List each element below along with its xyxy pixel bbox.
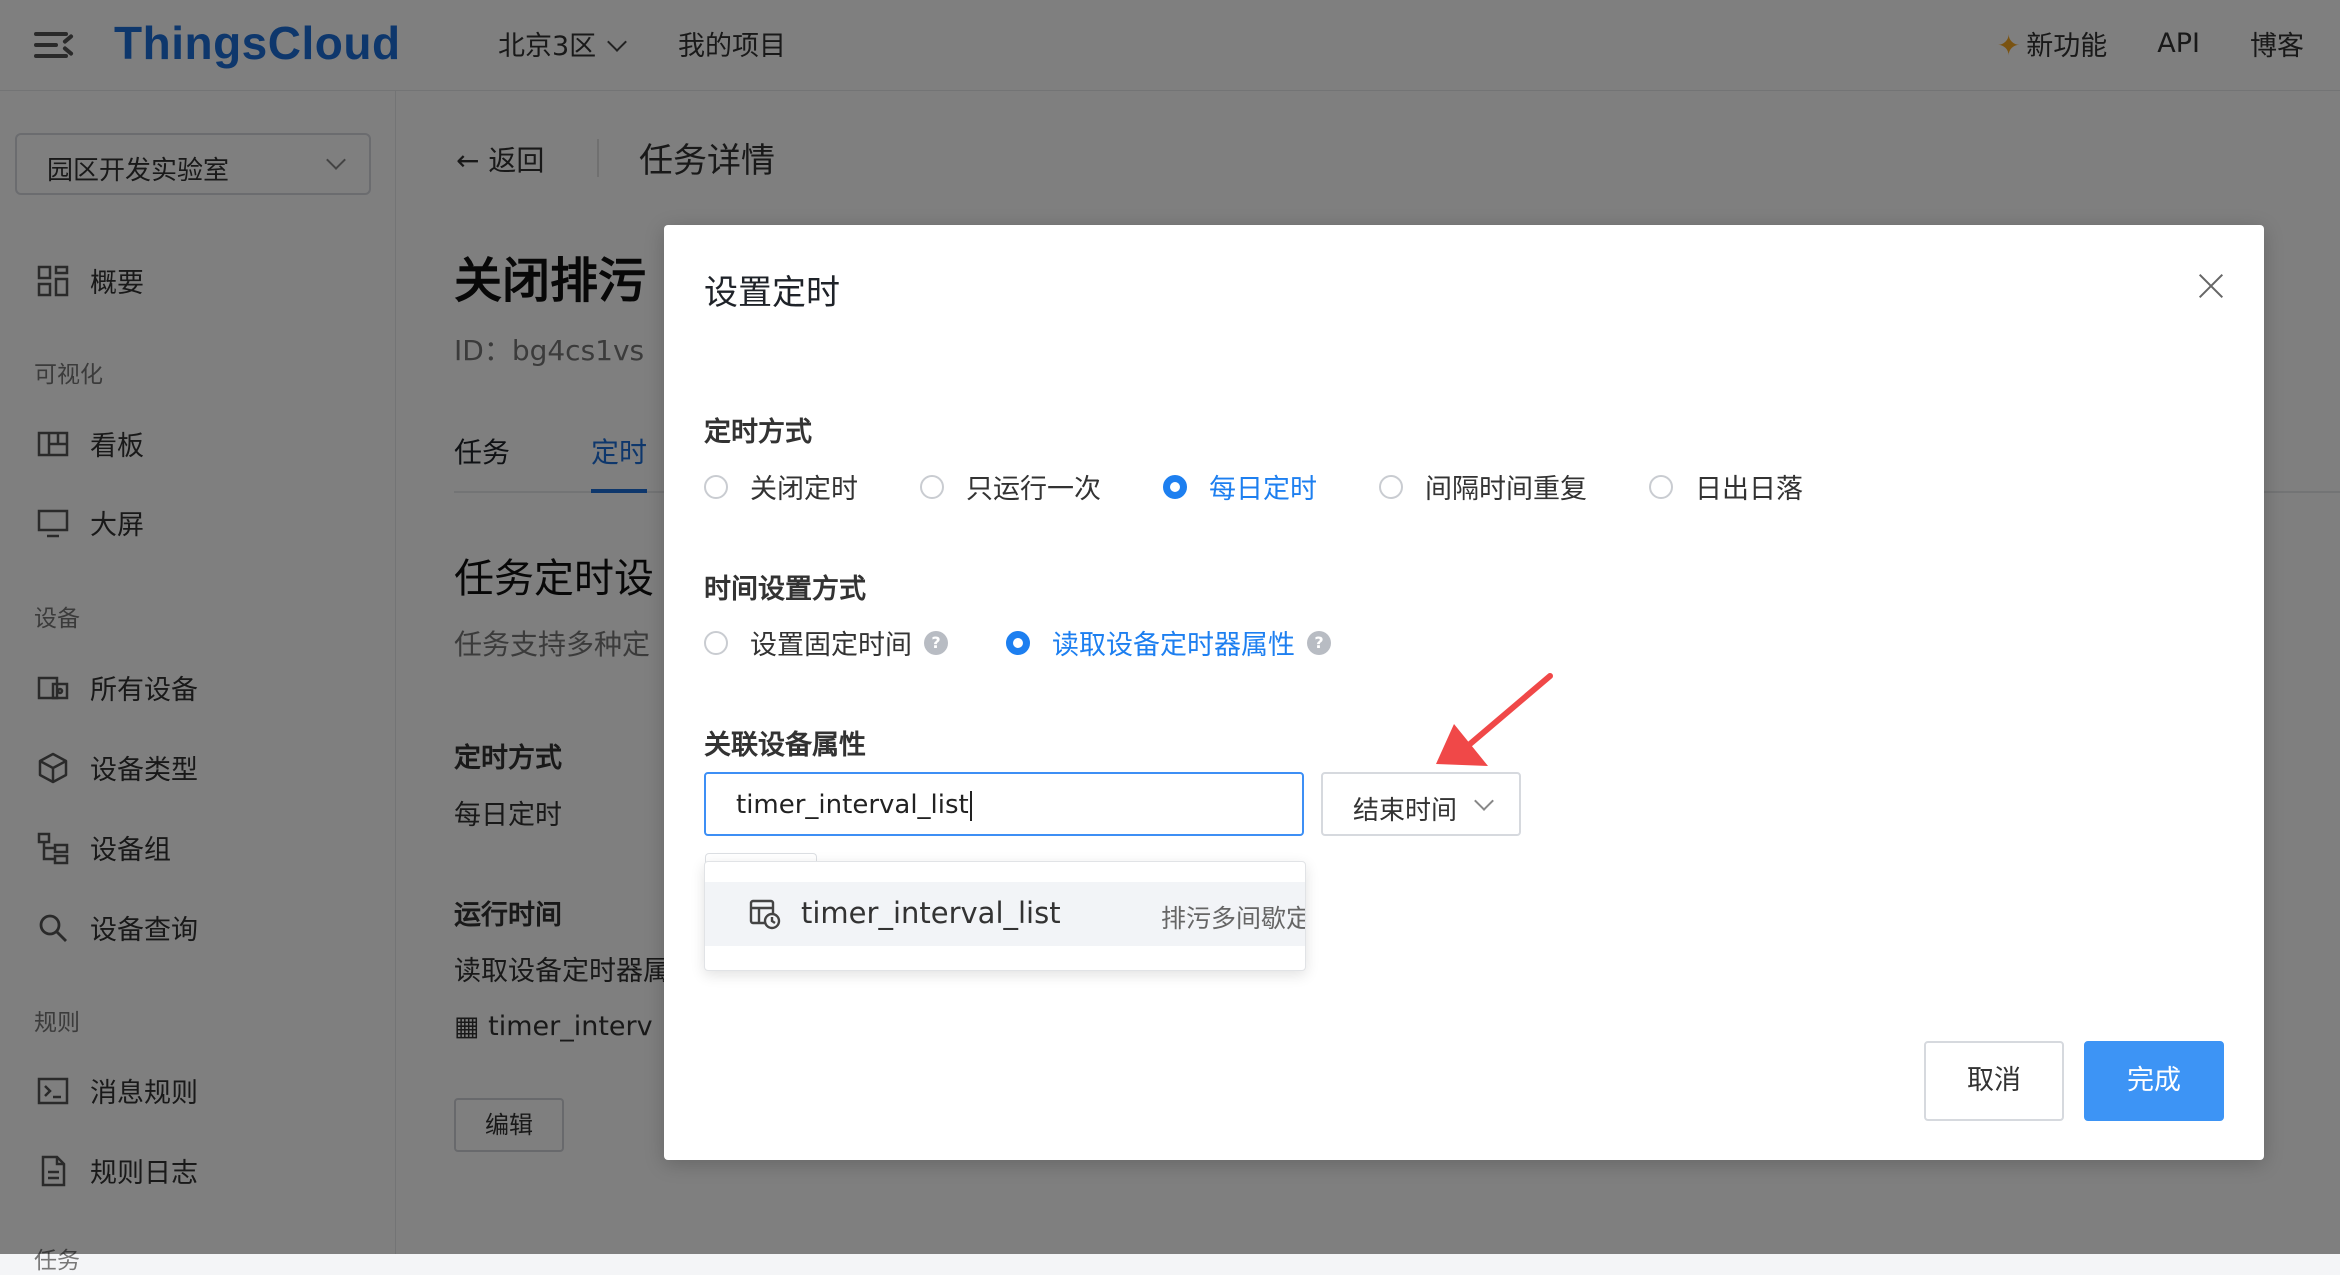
property-input-value: timer_interval_list	[736, 790, 972, 821]
radio-daily[interactable]: 每日定时	[1163, 467, 1317, 506]
time-setting-group: 设置固定时间? 读取设备定时器属性?	[704, 623, 1331, 662]
radio-label: 设置固定时间	[750, 630, 912, 661]
radio-read-device-timer[interactable]: 读取设备定时器属性?	[1006, 623, 1331, 662]
radio-timer-off[interactable]: 关闭定时	[704, 467, 858, 506]
property-input-text: timer_interval_list	[736, 790, 969, 820]
timer-mode-group: 关闭定时 只运行一次 每日定时 间隔时间重复 日出日落	[704, 467, 1803, 506]
radio-circle	[920, 474, 944, 499]
radio-label: 日出日落	[1695, 474, 1803, 505]
close-icon[interactable]	[2198, 273, 2224, 299]
radio-fixed-time[interactable]: 设置固定时间?	[704, 623, 948, 662]
dialog-title: 设置定时	[704, 273, 840, 313]
radio-label: 间隔时间重复	[1425, 474, 1587, 505]
property-search-input[interactable]: timer_interval_list	[704, 772, 1304, 836]
assoc-property-label: 关联设备属性	[704, 730, 866, 761]
time-setting-label: 时间设置方式	[704, 574, 866, 605]
time-field-select[interactable]: 结束时间	[1321, 772, 1521, 836]
radio-circle	[704, 630, 728, 655]
radio-circle	[704, 474, 728, 499]
confirm-button[interactable]: 完成	[2084, 1041, 2224, 1121]
radio-label: 每日定时	[1209, 474, 1317, 505]
cancel-button[interactable]: 取消	[1924, 1041, 2064, 1121]
radio-circle	[1379, 474, 1403, 499]
dropdown-option[interactable]: timer_interval_list 排污多间歇定	[705, 882, 1305, 946]
text-caret	[969, 790, 972, 821]
radio-interval[interactable]: 间隔时间重复	[1379, 467, 1587, 506]
radio-circle-checked	[1006, 630, 1030, 655]
radio-circle	[1649, 474, 1673, 499]
radio-sunrise-sunset[interactable]: 日出日落	[1649, 467, 1803, 506]
radio-label: 读取设备定时器属性	[1052, 630, 1295, 661]
chevron-down-icon	[1474, 791, 1494, 811]
option-name: timer_interval_list	[801, 896, 1061, 930]
radio-label: 只运行一次	[966, 474, 1101, 505]
annotation-arrow-icon	[1436, 673, 1553, 766]
time-field-value: 结束时间	[1353, 796, 1458, 826]
timer-mode-label: 定时方式	[704, 417, 812, 448]
help-icon[interactable]: ?	[1307, 630, 1331, 655]
option-description: 排污多间歇定	[1161, 904, 1306, 933]
radio-circle-checked	[1163, 474, 1187, 499]
radio-label: 关闭定时	[750, 474, 858, 505]
radio-run-once[interactable]: 只运行一次	[920, 467, 1101, 506]
table-clock-icon	[749, 899, 781, 930]
property-dropdown: timer_interval_list 排污多间歇定	[704, 861, 1306, 971]
help-icon[interactable]: ?	[924, 630, 948, 655]
